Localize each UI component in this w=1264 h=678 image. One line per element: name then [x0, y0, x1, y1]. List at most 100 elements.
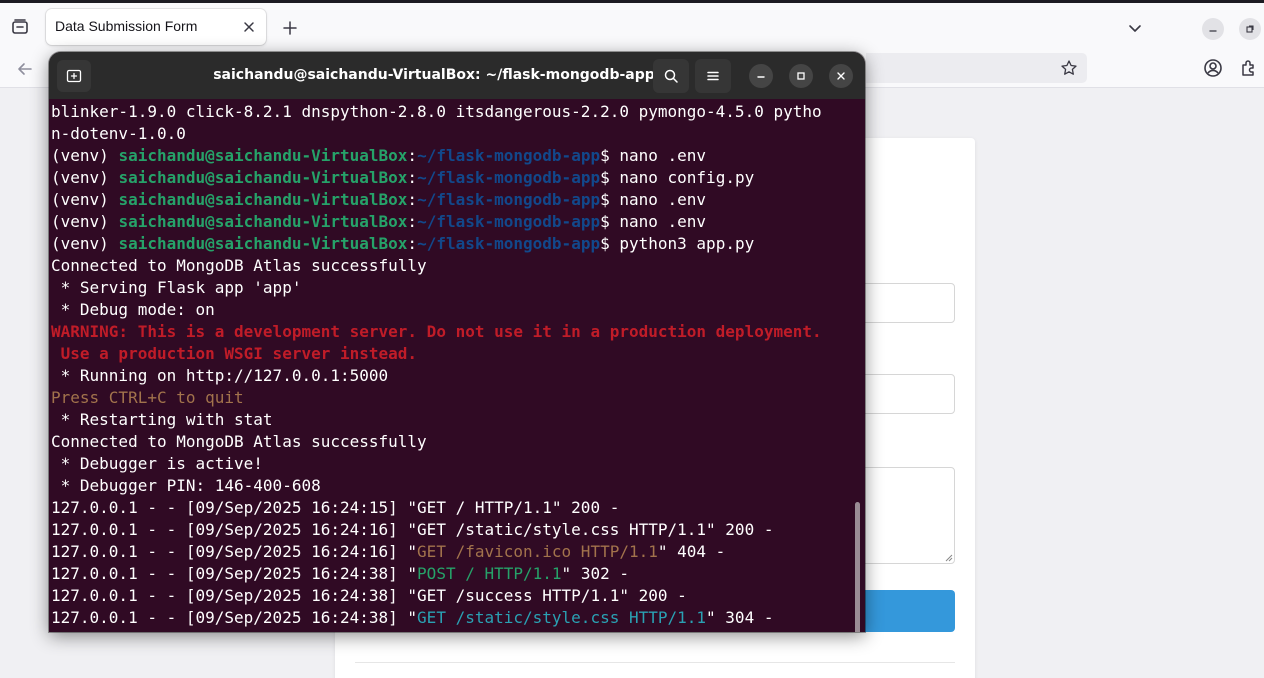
terminal-text: (venv) [51, 212, 119, 231]
terminal-line: 127.0.0.1 - - [09/Sep/2025 16:24:38] "PO… [51, 563, 851, 585]
terminal-text: saichandu@saichandu-VirtualBox [118, 146, 408, 165]
terminal-line: * Serving Flask app 'app' [51, 277, 851, 299]
terminal-line: 127.0.0.1 - - [09/Sep/2025 16:24:16] "GE… [51, 541, 851, 563]
terminal-line: n-dotenv-1.0.0 [51, 123, 851, 145]
terminal-line: blinker-1.9.0 click-8.2.1 dnspython-2.8.… [51, 101, 851, 123]
terminal-line: (venv) saichandu@saichandu-VirtualBox:~/… [51, 189, 851, 211]
terminal-text: Use a production WSGI server instead. [51, 344, 418, 363]
terminal-text: ~/flask-mongodb-app [417, 212, 601, 231]
terminal-line: Connected to MongoDB Atlas successfully [51, 431, 851, 453]
terminal-text: $ nano .env [600, 212, 707, 231]
terminal-line: Connected to MongoDB Atlas successfully [51, 255, 851, 277]
terminal-text: 127.0.0.1 - - [09/Sep/2025 16:24:16] " [51, 542, 418, 561]
terminal-text: 127.0.0.1 - - [09/Sep/2025 16:24:15] "GE… [51, 498, 620, 517]
terminal-line: * Debugger is active! [51, 453, 851, 475]
terminal-text: : [407, 146, 418, 165]
close-icon[interactable] [240, 18, 258, 36]
terminal-line: WARNING: This is a development server. D… [51, 321, 851, 343]
terminal-line: * Debug mode: on [51, 299, 851, 321]
terminal-text: * Debugger PIN: 146-400-608 [51, 476, 321, 495]
terminal-line: Use a production WSGI server instead. [51, 343, 851, 365]
terminal-text: 127.0.0.1 - - [09/Sep/2025 16:24:38] " [51, 608, 418, 627]
tab-overview-icon[interactable] [10, 17, 30, 37]
terminal-text: : [407, 190, 418, 209]
terminal-scrollbar[interactable] [855, 502, 860, 632]
maximize-icon[interactable] [789, 64, 813, 88]
minimize-icon[interactable] [749, 64, 773, 88]
chevron-down-icon[interactable] [1125, 18, 1145, 38]
terminal-text: * Debugger is active! [51, 454, 263, 473]
terminal-text: " 302 - [561, 564, 629, 583]
back-arrow-icon[interactable] [14, 58, 36, 80]
terminal-text: " 404 - [657, 542, 726, 561]
terminal-line: * Restarting with stat [51, 409, 851, 431]
terminal-text: POST / HTTP/1.1 [417, 564, 562, 583]
terminal-text: $ nano .env [600, 190, 707, 209]
browser-tab-strip: Data Submission Form [0, 0, 1264, 52]
account-icon[interactable] [1202, 57, 1224, 79]
resize-grip-icon[interactable] [943, 552, 953, 562]
terminal-header-bar[interactable]: saichandu@saichandu-VirtualBox: ~/flask-… [49, 52, 865, 99]
terminal-text: Connected to MongoDB Atlas successfully [51, 432, 427, 451]
terminal-text: blinker-1.9.0 click-8.2.1 dnspython-2.8.… [51, 102, 822, 121]
terminal-title: saichandu@saichandu-VirtualBox: ~/flask-… [213, 67, 655, 83]
terminal-text: saichandu@saichandu-VirtualBox [118, 234, 408, 253]
terminal-text: : [407, 212, 418, 231]
terminal-text: " 304 - [706, 608, 774, 627]
terminal-text: * Running on http://127.0.0.1:5000 [51, 366, 389, 385]
terminal-line: * Running on http://127.0.0.1:5000 [51, 365, 851, 387]
terminal-text: 127.0.0.1 - - [09/Sep/2025 16:24:16] "GE… [51, 520, 774, 539]
terminal-text: * Restarting with stat [51, 410, 273, 429]
terminal-text: saichandu@saichandu-VirtualBox [118, 168, 408, 187]
terminal-text: : [407, 234, 418, 253]
new-tab-icon[interactable] [57, 60, 91, 92]
close-icon[interactable] [829, 64, 853, 88]
terminal-text: (venv) [51, 146, 119, 165]
terminal-text: ~/flask-mongodb-app [417, 168, 601, 187]
terminal-text: ~/flask-mongodb-app [417, 146, 601, 165]
url-bar[interactable] [866, 53, 1087, 83]
minimize-icon[interactable] [1202, 18, 1224, 40]
terminal-line: (venv) saichandu@saichandu-VirtualBox:~/… [51, 145, 851, 167]
terminal-text: * Serving Flask app 'app' [51, 278, 302, 297]
terminal-text: Connected to MongoDB Atlas successfully [51, 256, 427, 275]
terminal-text: ~/flask-mongodb-app [417, 190, 601, 209]
terminal-text: (venv) [51, 234, 119, 253]
terminal-text: saichandu@saichandu-VirtualBox [118, 190, 408, 209]
terminal-text: ~/flask-mongodb-app [417, 234, 601, 253]
terminal-text: saichandu@saichandu-VirtualBox [118, 212, 408, 231]
star-icon[interactable] [1059, 58, 1079, 78]
browser-tab[interactable]: Data Submission Form [46, 9, 266, 45]
terminal-line: (venv) saichandu@saichandu-VirtualBox:~/… [51, 167, 851, 189]
terminal-line: Press CTRL+C to quit [51, 387, 851, 409]
plus-icon[interactable] [279, 17, 301, 39]
extensions-icon[interactable] [1238, 57, 1260, 79]
terminal-text: GET /favicon.ico HTTP/1.1 [417, 542, 658, 561]
terminal-text: (venv) [51, 168, 119, 187]
terminal-text: $ nano config.py [600, 168, 755, 187]
terminal-line: 127.0.0.1 - - [09/Sep/2025 16:24:38] "GE… [51, 607, 851, 629]
terminal-text: GET /static/style.css HTTP/1.1 [417, 608, 707, 627]
desktop-screen: Data Submission Form saichandu@saichandu… [0, 0, 1264, 678]
terminal-text: Press CTRL+C to quit [51, 388, 244, 407]
terminal-line: 127.0.0.1 - - [09/Sep/2025 16:24:15] "GE… [51, 497, 851, 519]
terminal-text: (venv) [51, 190, 119, 209]
divider [355, 662, 955, 663]
terminal-text: $ python3 app.py [600, 234, 755, 253]
tab-title: Data Submission Form [55, 18, 198, 34]
terminal-window[interactable]: saichandu@saichandu-VirtualBox: ~/flask-… [49, 52, 865, 632]
terminal-text: WARNING: This is a development server. D… [51, 322, 822, 341]
search-icon[interactable] [653, 59, 689, 93]
terminal-line: (venv) saichandu@saichandu-VirtualBox:~/… [51, 211, 851, 233]
terminal-line: 127.0.0.1 - - [09/Sep/2025 16:24:16] "GE… [51, 519, 851, 541]
terminal-text: 127.0.0.1 - - [09/Sep/2025 16:24:38] "GE… [51, 586, 687, 605]
terminal-text: : [407, 168, 418, 187]
terminal-line: 127.0.0.1 - - [09/Sep/2025 16:24:38] "GE… [51, 585, 851, 607]
terminal-line: (venv) saichandu@saichandu-VirtualBox:~/… [51, 233, 851, 255]
terminal-output[interactable]: blinker-1.9.0 click-8.2.1 dnspython-2.8.… [49, 99, 865, 632]
terminal-text: $ nano .env [600, 146, 707, 165]
hamburger-menu-icon[interactable] [695, 59, 731, 93]
terminal-lines: blinker-1.9.0 click-8.2.1 dnspython-2.8.… [51, 101, 851, 629]
terminal-text: * Debug mode: on [51, 300, 215, 319]
restore-icon[interactable] [1239, 18, 1261, 40]
